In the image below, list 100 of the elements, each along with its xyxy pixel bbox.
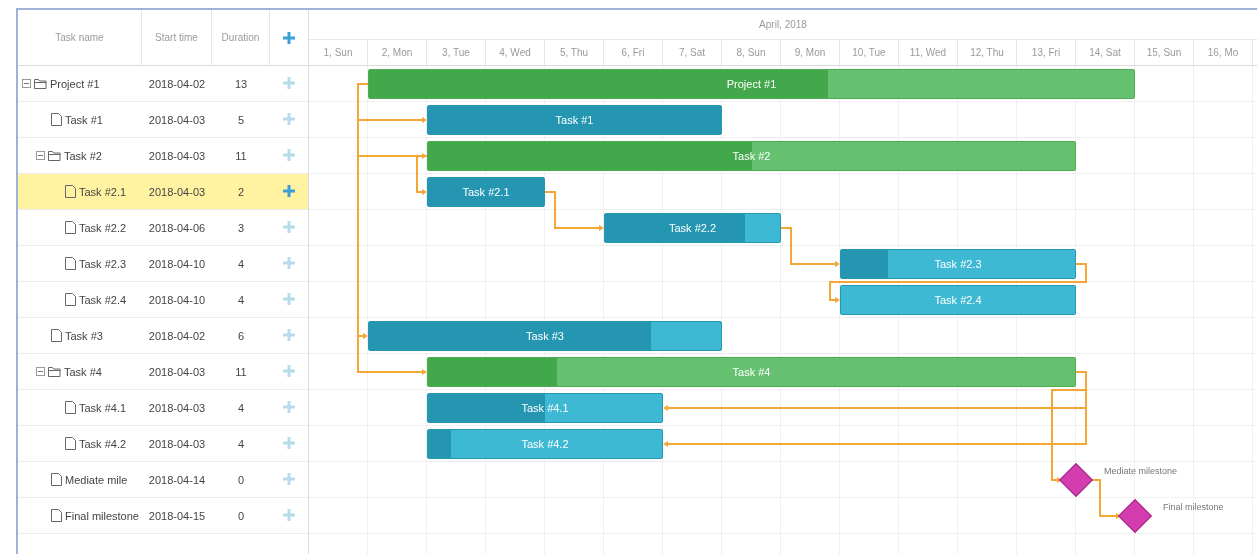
duration-cell-text: 5 [236, 113, 246, 126]
task-row[interactable]: Task #2.4 2018-04-10 4 [18, 282, 308, 318]
file-icon [51, 113, 62, 126]
start-time-cell-text: 2018-04-02 [147, 77, 207, 90]
task-bar[interactable]: Task #2.3 [840, 249, 1076, 279]
file-icon [65, 257, 76, 270]
task-row[interactable]: Task #4.1 2018-04-03 4 [18, 390, 308, 426]
dependency-arrow [544, 191, 604, 231]
task-row[interactable]: Task #4 2018-04-03 11 [18, 354, 308, 390]
task-name: Task #4 [64, 365, 102, 378]
duration-cell-text: 3 [236, 221, 246, 234]
summary-bar[interactable]: Project #1 [368, 69, 1135, 99]
milestone-label: Final milestone [1163, 502, 1224, 512]
start-time-cell-text: 2018-04-10 [147, 257, 207, 270]
column-header[interactable]: Duration [212, 10, 270, 65]
day-header: 2, Mon [368, 40, 427, 65]
file-icon [65, 293, 76, 306]
task-bar[interactable]: Task #3 [368, 321, 722, 351]
duration-cell-text: 11 [234, 149, 248, 162]
day-header: 3, Tue [427, 40, 486, 65]
task-name: Task #2.4 [79, 293, 127, 306]
add-icon[interactable] [283, 148, 295, 161]
task-row[interactable]: Task #4.2 2018-04-03 4 [18, 426, 308, 462]
month-label: April, 2018 [309, 10, 1257, 40]
day-header: 14, Sat [1076, 40, 1135, 65]
task-row[interactable]: Project #1 2018-04-02 13 [18, 66, 308, 102]
day-header: 10, Tue [840, 40, 899, 65]
collapse-icon[interactable] [36, 367, 45, 376]
bar-label: Task #2.3 [934, 258, 982, 270]
summary-bar[interactable]: Task #4 [427, 357, 1076, 387]
task-bar[interactable]: Task #4.1 [427, 393, 663, 423]
add-icon[interactable] [283, 436, 295, 449]
task-bar[interactable]: Task #1 [427, 105, 722, 135]
file-icon [65, 221, 76, 234]
day-header: 4, Wed [486, 40, 545, 65]
add-icon[interactable] [283, 472, 295, 485]
day-header: 1, Sun [309, 40, 368, 65]
column-header[interactable]: Start time [142, 10, 212, 65]
bar-label: Task #2.1 [462, 186, 510, 198]
task-row[interactable]: Task #2.1 2018-04-03 2 [18, 174, 308, 210]
start-time-cell-text: 2018-04-03 [147, 185, 207, 198]
start-time-cell-text: 2018-04-03 [147, 149, 207, 162]
start-time-cell-text: 2018-04-03 [147, 401, 207, 414]
task-bar[interactable]: Task #2.4 [840, 285, 1076, 315]
start-time-cell-text: 2018-04-03 [147, 437, 207, 450]
column-header[interactable]: Task name [18, 10, 142, 65]
day-header: 8, Sun [722, 40, 781, 65]
add-icon[interactable] [283, 364, 295, 377]
bar-label: Task #2 [732, 150, 771, 162]
add-icon[interactable] [283, 112, 295, 125]
day-header: 7, Sat [663, 40, 722, 65]
file-icon [65, 437, 76, 450]
day-header: 6, Fri [604, 40, 663, 65]
task-name: Task #2.1 [79, 185, 127, 198]
start-time-cell-text: 2018-04-03 [147, 113, 207, 126]
bar-label: Task #4.1 [521, 402, 569, 414]
duration-cell-text: 0 [236, 509, 246, 522]
add-icon[interactable] [283, 292, 295, 305]
start-time-cell-text: 2018-04-14 [147, 473, 207, 486]
summary-bar[interactable]: Task #2 [427, 141, 1076, 171]
day-header: 15, Sun [1135, 40, 1194, 65]
task-name: Final milestone [65, 509, 139, 522]
bar-label: Task #2.2 [668, 222, 717, 234]
duration-cell-text: 2 [236, 185, 246, 198]
task-name: Task #4.2 [79, 437, 127, 450]
task-row[interactable]: Task #3 2018-04-02 6 [18, 318, 308, 354]
collapse-icon[interactable] [22, 79, 31, 88]
duration-cell-text: 4 [236, 293, 246, 306]
bar-label: Task #4 [732, 366, 771, 378]
add-icon[interactable] [283, 184, 295, 197]
task-row[interactable]: Task #2.3 2018-04-10 4 [18, 246, 308, 282]
task-row[interactable]: Final milestone 2018-04-15 0 [18, 498, 308, 534]
day-header: 5, Thu [545, 40, 604, 65]
duration-cell-text: 4 [236, 437, 246, 450]
collapse-icon[interactable] [36, 151, 45, 160]
bar-label: Task #3 [526, 330, 564, 342]
add-icon[interactable] [283, 31, 295, 44]
bar-label: Task #2.4 [934, 294, 982, 306]
task-row[interactable]: Task #1 2018-04-03 5 [18, 102, 308, 138]
task-row[interactable]: Mediate mile 2018-04-14 0 [18, 462, 308, 498]
task-bar[interactable]: Task #4.2 [427, 429, 663, 459]
start-time-cell-text: 2018-04-15 [147, 509, 207, 522]
task-bar[interactable]: Task #2.1 [427, 177, 545, 207]
add-icon[interactable] [283, 256, 295, 269]
duration-cell-text: 4 [236, 257, 246, 270]
add-icon[interactable] [283, 220, 295, 233]
add-icon[interactable] [283, 328, 295, 341]
task-row[interactable]: Task #2.2 2018-04-06 3 [18, 210, 308, 246]
task-name: Mediate mile [65, 473, 128, 486]
folder-icon [48, 150, 61, 161]
add-icon[interactable] [283, 508, 295, 521]
file-icon [65, 185, 76, 198]
task-name: Task #2 [64, 149, 102, 162]
add-icon[interactable] [283, 76, 295, 89]
add-icon[interactable] [283, 400, 295, 413]
day-header: 9, Mon [781, 40, 840, 65]
task-name: Task #2.3 [79, 257, 127, 270]
start-time-cell-text: 2018-04-10 [147, 293, 207, 306]
task-bar[interactable]: Task #2.2 [604, 213, 781, 243]
start-time-cell-text: 2018-04-02 [147, 329, 207, 342]
